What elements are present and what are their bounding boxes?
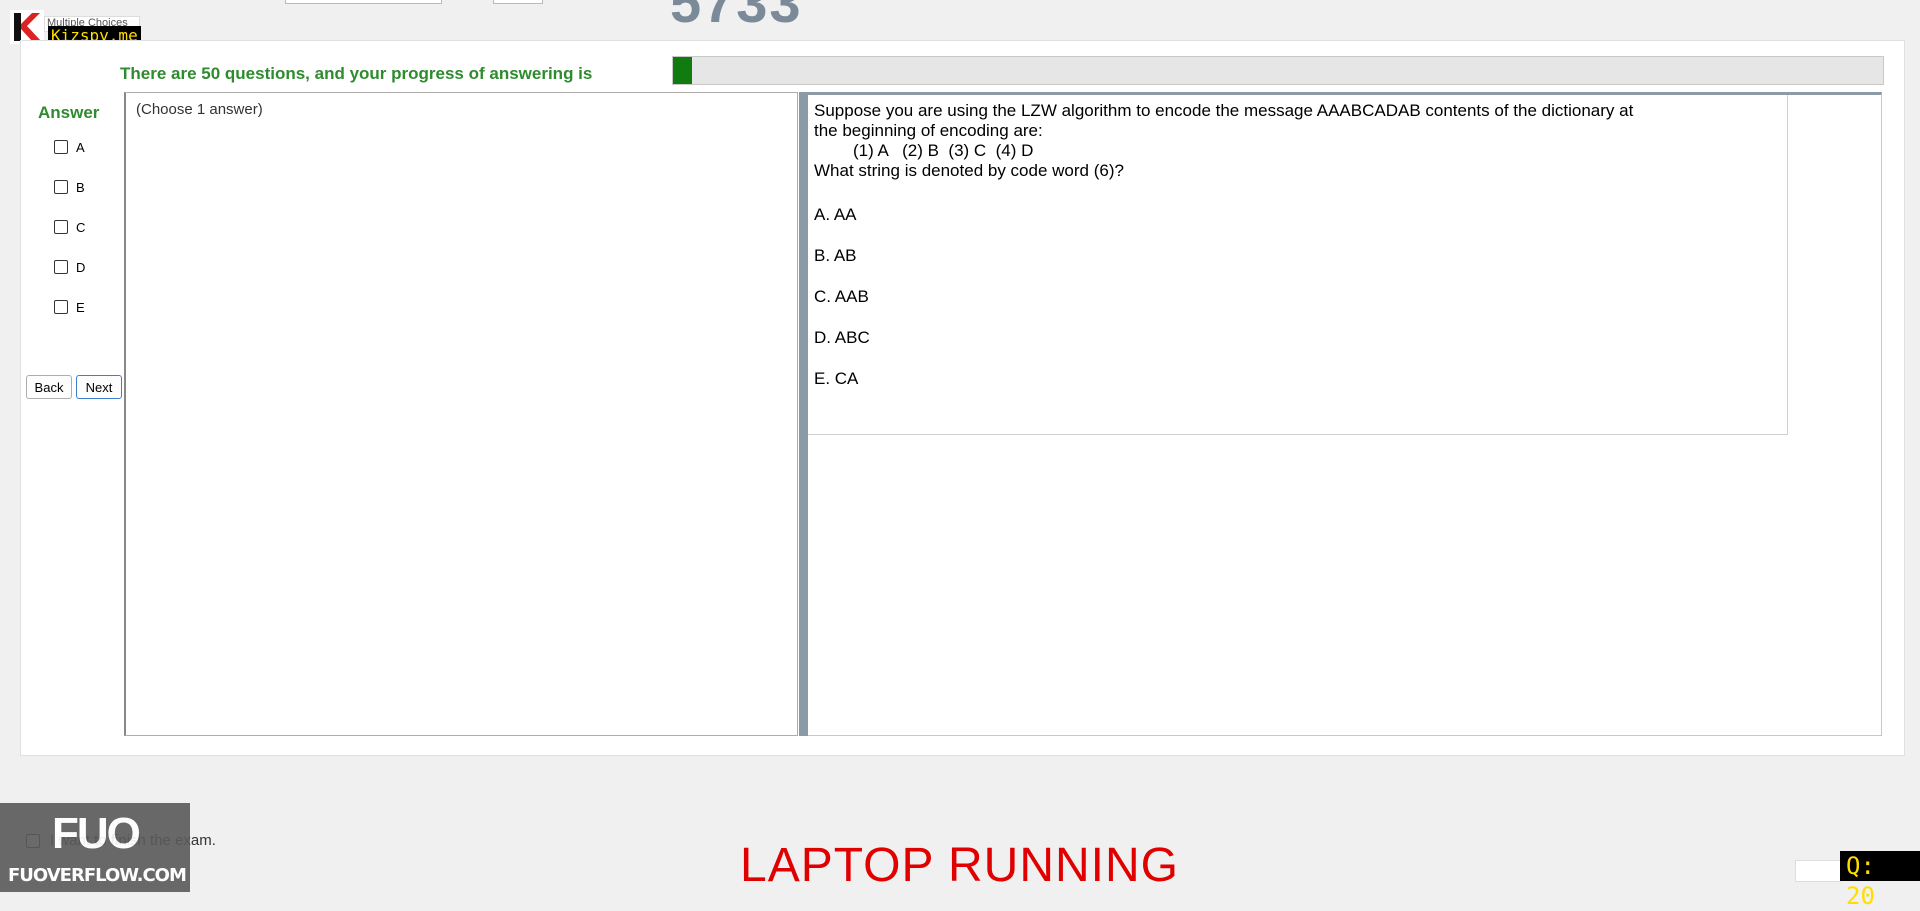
next-button[interactable]: Next — [76, 375, 122, 399]
progress-bar — [672, 56, 1884, 85]
answer-option-e[interactable]: E — [54, 298, 85, 316]
question-number-badge: Q: 20 — [1840, 851, 1920, 910]
progress-label: There are 50 questions, and your progres… — [120, 64, 593, 83]
question-content: Suppose you are using the LZW algorithm … — [808, 95, 1788, 435]
status-text: LAPTOP RUNNING — [740, 839, 1179, 892]
fuo-site: FUOVERFLOW.COM — [8, 865, 187, 886]
top-small-field[interactable] — [493, 0, 543, 4]
kizspy-logo — [10, 10, 44, 44]
answer-option-label: C — [76, 219, 86, 235]
panel-splitter[interactable] — [799, 92, 808, 736]
fuo-logo: FUO — [52, 809, 141, 858]
answer-option-d[interactable]: D — [54, 258, 85, 276]
checkbox-c[interactable] — [54, 220, 68, 234]
answer-option-label: A — [76, 139, 85, 155]
answer-option-a[interactable]: A — [54, 138, 85, 156]
choose-instruction: (Choose 1 answer) — [136, 101, 263, 118]
checkbox-a[interactable] — [54, 140, 68, 154]
question-option-b: B. AB — [814, 246, 857, 265]
answer-option-label: D — [76, 259, 86, 275]
answer-notes-box: (Choose 1 answer) — [124, 92, 798, 736]
question-option-c: C. AAB — [814, 287, 869, 306]
dictionary-initial-entries: (1) A (2) B (3) C (4) D — [853, 141, 1034, 160]
checkbox-d[interactable] — [54, 260, 68, 274]
top-combo-box[interactable] — [285, 0, 442, 4]
checkbox-e[interactable] — [54, 300, 68, 314]
answer-option-label: E — [76, 299, 85, 315]
back-button[interactable]: Back — [26, 375, 72, 399]
answer-option-label: B — [76, 179, 85, 195]
exam-code: 5733 — [670, 0, 803, 34]
answer-option-c[interactable]: C — [54, 218, 85, 236]
question-prompt: What string is denoted by code word (6)? — [814, 161, 1124, 180]
checkbox-b[interactable] — [54, 180, 68, 194]
question-panel: Suppose you are using the LZW algorithm … — [808, 92, 1882, 736]
exit-field[interactable] — [1795, 860, 1841, 882]
answer-title: Answer — [38, 103, 100, 122]
question-text-line: Suppose you are using the LZW algorithm … — [814, 101, 1634, 120]
question-text-line: the beginning of encoding are: — [814, 121, 1043, 140]
question-option-a: A. AA — [814, 205, 857, 224]
question-option-d: D. ABC — [814, 328, 870, 347]
fuoverflow-watermark: FUO FUOVERFLOW.COM — [0, 803, 190, 892]
answer-option-b[interactable]: B — [54, 178, 85, 196]
progress-fill — [673, 57, 692, 84]
question-option-e: E. CA — [814, 369, 859, 388]
